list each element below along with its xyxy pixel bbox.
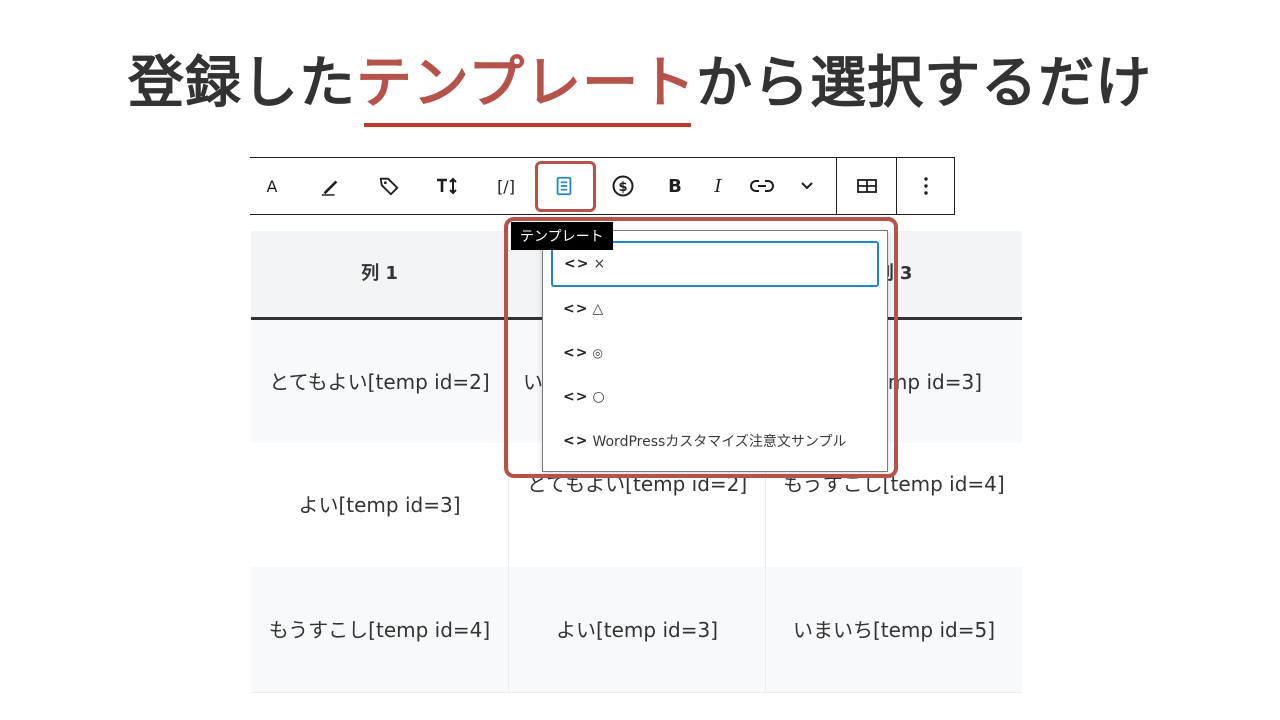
dollar-circle-icon: $ [612,175,634,197]
options-button[interactable] [906,158,946,214]
headline-suffix: から選択するだけ [696,51,1153,116]
link-button[interactable] [742,158,782,214]
headline-underline [364,123,691,127]
marker-icon [321,180,338,196]
dropdown-highlight [504,217,898,478]
highlighter-button[interactable] [310,158,350,214]
headline-prefix: 登録した [127,51,356,116]
table-icon [857,179,877,193]
bold-button[interactable]: B [655,158,695,214]
toolbar-separator [836,158,837,214]
table-edit-button[interactable] [847,158,887,214]
table-cell[interactable]: もうすこし[temp id=4] [251,567,509,692]
block-toolbar: A [/] $ B I [250,157,955,215]
table-cell[interactable]: よい[temp id=3] [509,567,766,692]
toolbar-separator [896,158,897,214]
link-icon [750,180,774,192]
more-formats-button[interactable] [787,158,827,214]
font-size-button[interactable] [427,158,467,214]
tag-button[interactable] [369,158,409,214]
template-tooltip: テンプレート [511,222,613,250]
headline-accent: テンプレート [355,51,697,116]
more-vertical-icon [924,177,928,195]
text-color-icon: A [266,176,278,196]
table-row: もうすこし[temp id=4] よい[temp id=3] いまいち[temp… [251,567,1022,693]
chevron-down-icon [801,182,813,190]
svg-text:$: $ [618,180,627,195]
table-cell[interactable]: いまいち[temp id=5] [766,567,1022,692]
text-color-button[interactable]: A [252,158,292,214]
table-header-cell: 列 1 [251,231,509,317]
shortcode-button[interactable]: [/] [486,158,526,214]
bold-icon: B [668,175,682,197]
italic-icon: I [714,175,722,197]
font-size-icon [437,177,457,195]
shortcode-icon: [/] [497,176,515,196]
table-cell[interactable]: とてもよい[temp id=2] [251,320,509,443]
table-cell[interactable]: よい[temp id=3] [251,443,509,567]
italic-button[interactable]: I [698,158,738,214]
dollar-button[interactable]: $ [603,158,643,214]
page-headline: 登録したテンプレートから選択するだけ [0,38,1280,119]
template-button-highlight [535,161,596,212]
tag-icon [379,177,399,196]
